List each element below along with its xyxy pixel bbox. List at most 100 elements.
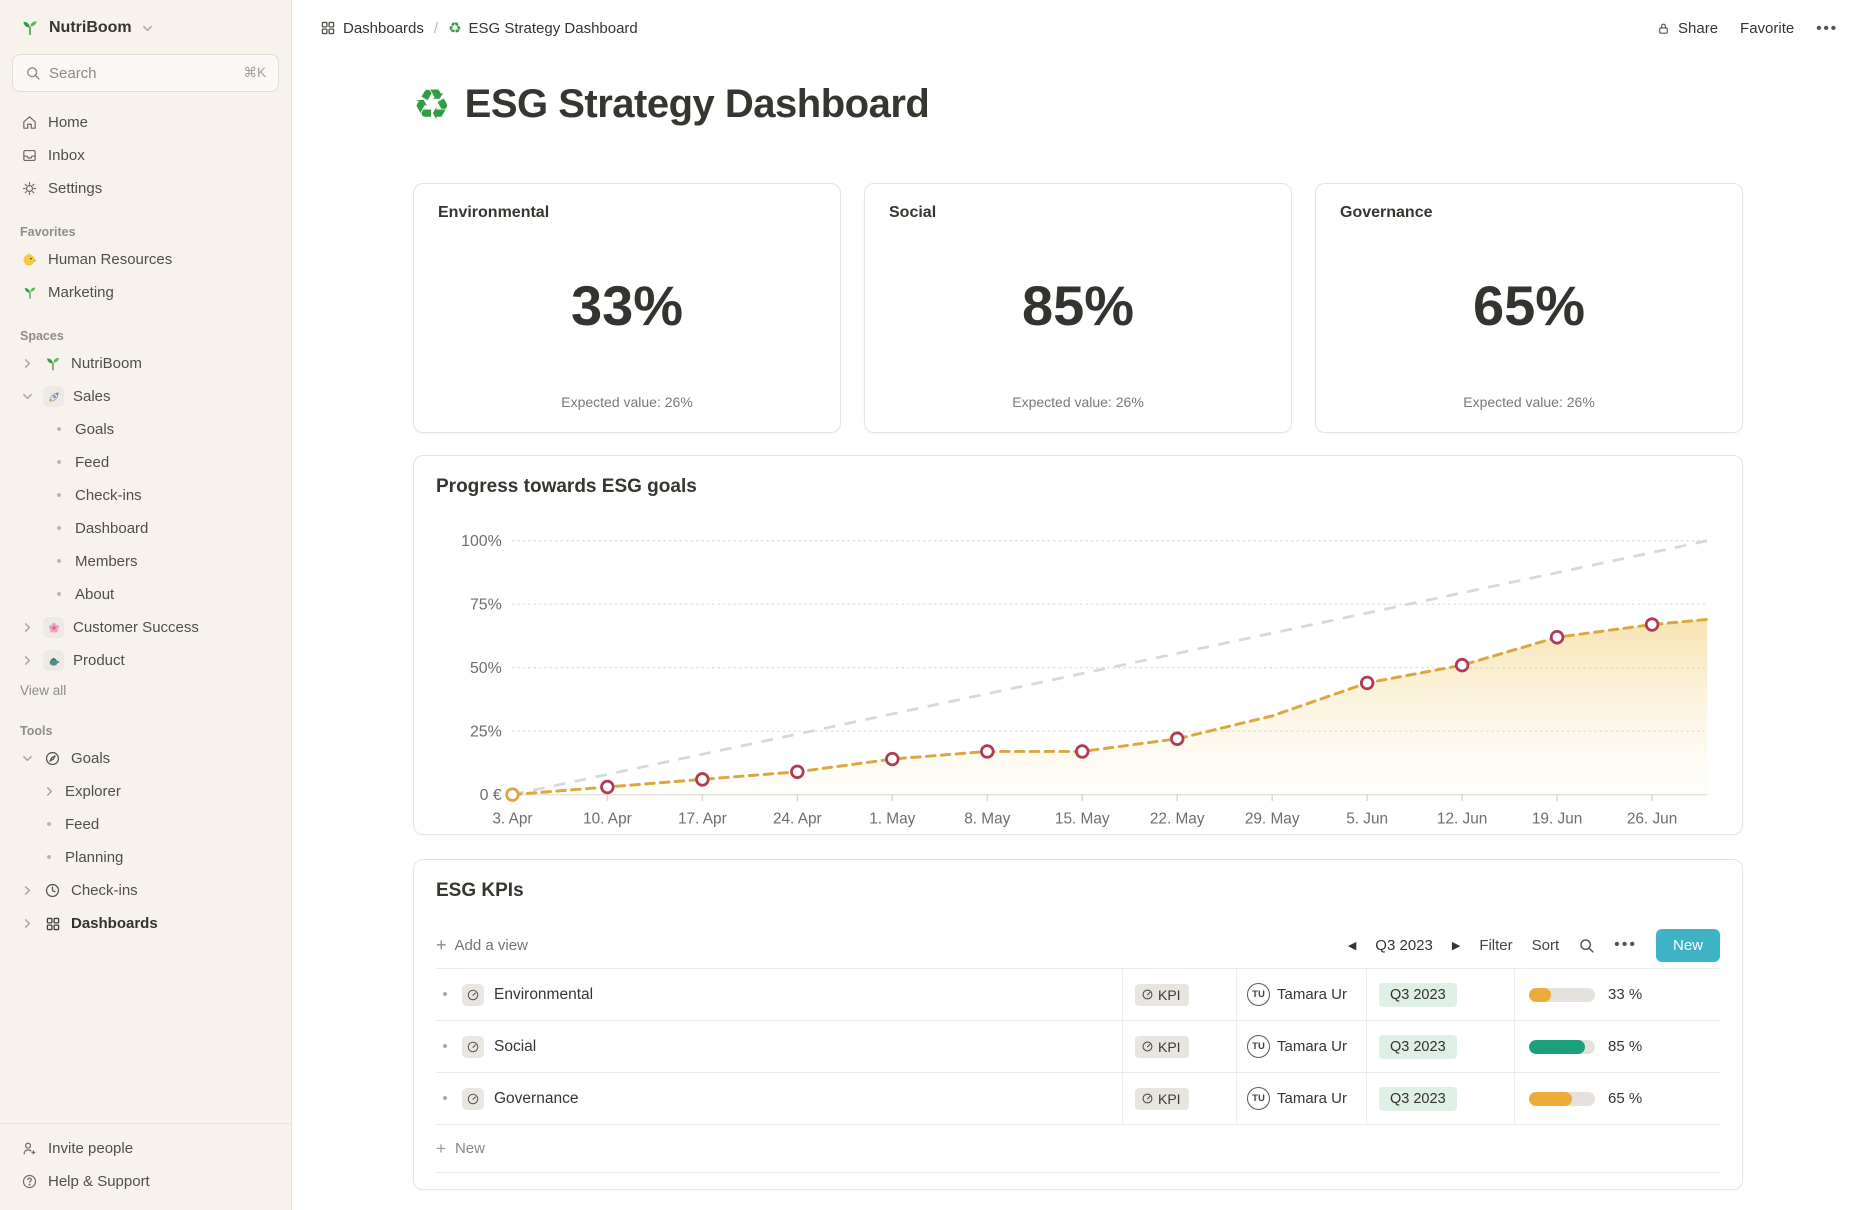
sidebar-item-label: Feed: [75, 454, 109, 471]
sidebar-item-home[interactable]: Home: [12, 106, 279, 139]
table-row-environmental[interactable]: • Environmental KPI: [436, 969, 1720, 1021]
workspace-switcher[interactable]: NutriBoom: [12, 14, 279, 42]
page-title-text: ESG Strategy Dashboard: [465, 82, 930, 127]
sidebar-item-inbox[interactable]: Inbox: [12, 139, 279, 172]
person-plus-icon: [20, 1140, 39, 1157]
search-icon: [25, 65, 41, 81]
chevron-down-icon[interactable]: [20, 391, 34, 402]
breadcrumb-dashboards[interactable]: Dashboards: [320, 20, 424, 37]
previous-period-button[interactable]: ◀: [1348, 939, 1356, 952]
chevron-right-icon[interactable]: [42, 786, 56, 797]
sidebar-item-goals-explorer[interactable]: Explorer: [12, 775, 279, 808]
sidebar-item-label: About: [75, 586, 114, 603]
sidebar-item-human-resources[interactable]: Human Resources: [12, 243, 279, 276]
row-title[interactable]: Governance: [494, 1090, 578, 1108]
drag-handle-bullet[interactable]: •: [438, 1090, 452, 1107]
kpi-type-badge[interactable]: KPI: [1135, 984, 1189, 1006]
page-scroll-area[interactable]: ♻ ESG Strategy Dashboard Environmental 3…: [292, 56, 1864, 1210]
table-more-button[interactable]: •••: [1614, 936, 1637, 954]
chevron-right-icon[interactable]: [20, 358, 34, 369]
bullet-icon: •: [52, 587, 66, 602]
owner-name[interactable]: Tamara Ur: [1277, 1038, 1347, 1055]
invite-people-button[interactable]: Invite people: [12, 1132, 279, 1165]
filter-button[interactable]: Filter: [1479, 937, 1512, 954]
gauge-icon: [462, 1088, 484, 1110]
drag-handle-bullet[interactable]: •: [438, 986, 452, 1003]
view-all-link[interactable]: View all: [12, 677, 279, 704]
grid-icon: [320, 20, 336, 36]
row-title[interactable]: Environmental: [494, 986, 593, 1004]
help-support-button[interactable]: Help & Support: [12, 1165, 279, 1198]
sidebar-item-goals-feed[interactable]: •Feed: [12, 808, 279, 841]
clock-icon: [43, 882, 62, 899]
owner-name[interactable]: Tamara Ur: [1277, 1090, 1347, 1107]
favorite-button[interactable]: Favorite: [1740, 20, 1794, 37]
sidebar-item-label: Inbox: [48, 147, 85, 164]
svg-text:3. Apr: 3. Apr: [492, 810, 532, 827]
drag-handle-bullet[interactable]: •: [438, 1038, 452, 1055]
sidebar-item-marketing[interactable]: Marketing: [12, 276, 279, 309]
sidebar-item-sales-checkins[interactable]: •Check-ins: [12, 479, 279, 512]
sort-button[interactable]: Sort: [1532, 937, 1560, 954]
sidebar-item-tool-checkins[interactable]: Check-ins: [12, 874, 279, 907]
teapot-icon: [43, 650, 64, 671]
sidebar-footer: Invite people Help & Support: [0, 1123, 291, 1198]
sidebar-item-tool-dashboards[interactable]: Dashboards: [12, 907, 279, 940]
sidebar-item-space-product[interactable]: Product: [12, 644, 279, 677]
new-record-button[interactable]: New: [1656, 929, 1720, 962]
row-title[interactable]: Social: [494, 1038, 536, 1056]
owner-name[interactable]: Tamara Ur: [1277, 986, 1347, 1003]
flower-icon: [43, 617, 64, 638]
gauge-icon: [1141, 1040, 1154, 1053]
next-period-button[interactable]: ▶: [1452, 939, 1460, 952]
table-row-social[interactable]: • Social KPI: [436, 1021, 1720, 1073]
period-badge[interactable]: Q3 2023: [1379, 983, 1457, 1007]
add-view-button[interactable]: + Add a view: [436, 936, 528, 954]
more-options-button[interactable]: •••: [1816, 20, 1838, 37]
sidebar-item-label: Check-ins: [71, 882, 138, 899]
favorites-section-label: Favorites: [12, 225, 279, 239]
search-input[interactable]: Search ⌘K: [12, 54, 279, 92]
sidebar-item-sales-feed[interactable]: •Feed: [12, 446, 279, 479]
sidebar-item-settings[interactable]: Settings: [12, 172, 279, 205]
breadcrumb-current-page[interactable]: ♻ ESG Strategy Dashboard: [448, 20, 638, 37]
sidebar-item-label: Goals: [75, 421, 114, 438]
kpi-card-social: Social 85% Expected value: 26%: [864, 183, 1292, 433]
table-row-governance[interactable]: • Governance KPI: [436, 1073, 1720, 1125]
sidebar-item-space-sales[interactable]: Sales: [12, 380, 279, 413]
chart-title: Progress towards ESG goals: [436, 476, 1720, 498]
sidebar-item-sales-members[interactable]: •Members: [12, 545, 279, 578]
search-placeholder: Search: [49, 65, 97, 82]
sidebar-item-label: Dashboard: [75, 520, 148, 537]
plus-icon: +: [436, 936, 447, 954]
period-selector[interactable]: Q3 2023: [1375, 937, 1433, 954]
kpi-card-value: 65%: [1340, 216, 1718, 394]
sidebar-item-tool-goals[interactable]: Goals: [12, 742, 279, 775]
sidebar-item-space-nutriboom[interactable]: NutriBoom: [12, 347, 279, 380]
chevron-right-icon[interactable]: [20, 885, 34, 896]
chevron-down-icon[interactable]: [20, 753, 34, 764]
esg-progress-line-chart: 100%75%50%25%0 €3. Apr10. Apr17. Apr24. …: [436, 506, 1720, 846]
sidebar-item-sales-goals[interactable]: •Goals: [12, 413, 279, 446]
lock-icon: [1656, 21, 1671, 36]
sidebar-item-space-customer-success[interactable]: Customer Success: [12, 611, 279, 644]
chevron-right-icon[interactable]: [20, 622, 34, 633]
sidebar-item-label: Product: [73, 652, 125, 669]
period-badge[interactable]: Q3 2023: [1379, 1087, 1457, 1111]
kpi-type-badge[interactable]: KPI: [1135, 1036, 1189, 1058]
gear-icon: [20, 180, 39, 197]
chevron-right-icon[interactable]: [20, 918, 34, 929]
share-button[interactable]: Share: [1656, 20, 1718, 37]
sidebar-item-label: Home: [48, 114, 88, 131]
kpi-type-badge[interactable]: KPI: [1135, 1088, 1189, 1110]
search-icon[interactable]: [1578, 937, 1595, 954]
svg-text:12. Jun: 12. Jun: [1437, 810, 1487, 827]
sidebar-item-sales-about[interactable]: • About: [12, 578, 279, 611]
breadcrumb-label: Dashboards: [343, 20, 424, 37]
bullet-icon: •: [52, 521, 66, 536]
new-row-button[interactable]: + New: [436, 1125, 1720, 1173]
sidebar-item-sales-dashboard[interactable]: • Dashboard: [12, 512, 279, 545]
chevron-right-icon[interactable]: [20, 655, 34, 666]
sidebar-item-goals-planning[interactable]: •Planning: [12, 841, 279, 874]
period-badge[interactable]: Q3 2023: [1379, 1035, 1457, 1059]
